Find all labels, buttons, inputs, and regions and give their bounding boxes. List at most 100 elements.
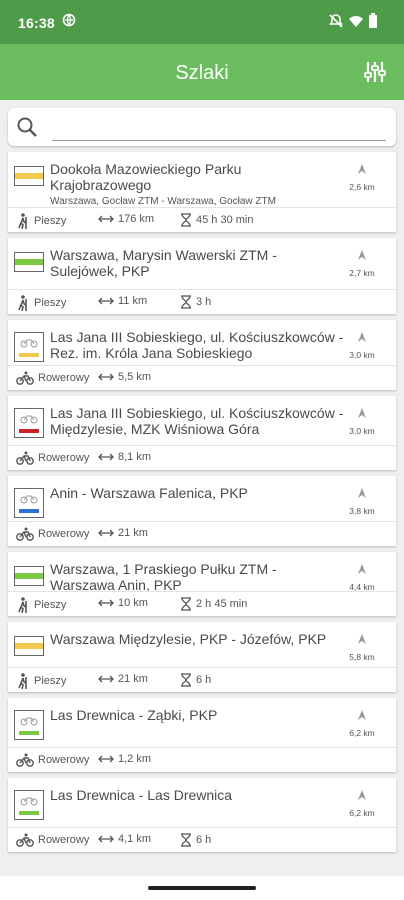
home-gesture-handle[interactable] xyxy=(148,886,256,890)
bike-trail-marker-icon xyxy=(14,408,44,438)
trail-time: 45 h 30 min xyxy=(180,213,253,227)
trail-details: Rowerowy 1,2 km xyxy=(8,747,396,772)
trail-card[interactable]: Warszawa, 1 Praskiego Pułku ZTM - Warsza… xyxy=(8,552,396,616)
hourglass-icon xyxy=(180,295,196,309)
trail-mode-label: Rowerowy xyxy=(38,833,90,846)
trail-mode: Pieszy xyxy=(16,597,67,614)
hourglass-icon xyxy=(180,833,196,847)
trail-distance: 4,4 km xyxy=(342,562,382,592)
trail-details: Rowerowy 8,1 km xyxy=(8,445,396,470)
bike-trail-marker-icon xyxy=(14,790,44,820)
trail-card[interactable]: Anin - Warszawa Falenica, PKP 3,8 km Rower… xyxy=(8,476,396,546)
length-arrows-icon xyxy=(98,753,118,765)
trail-time-value: 3 h xyxy=(196,295,212,308)
length-arrows-icon xyxy=(98,295,118,307)
trail-length-value: 11 km xyxy=(118,295,148,307)
trail-name: Anin - Warszawa Falenica, PKP xyxy=(50,485,248,501)
trail-time: 6 h xyxy=(180,833,211,847)
hiker-icon xyxy=(16,295,34,312)
trail-mode: Rowerowy xyxy=(16,833,89,847)
trail-distance: 2,7 km xyxy=(342,248,382,278)
trail-time: 3 h xyxy=(180,295,211,309)
bike-trail-marker-icon xyxy=(14,710,44,740)
direction-arrow-icon xyxy=(356,248,368,265)
trail-distance: 3,8 km xyxy=(342,486,382,516)
page-title: Szlaki xyxy=(175,62,229,84)
hourglass-icon xyxy=(180,213,196,227)
trail-length: 5,5 km xyxy=(98,371,151,383)
app-notification-icon xyxy=(62,13,76,32)
app-bar: Szlaki xyxy=(0,44,404,100)
trail-details: Rowerowy 4,1 km 6 h xyxy=(8,827,396,852)
trail-length: 11 km xyxy=(98,295,147,307)
bike-trail-marker-icon xyxy=(14,332,44,362)
trail-distance-value: 5,8 km xyxy=(349,652,375,662)
trail-card[interactable]: Las Jana III Sobieskiego, ul. Kościuszko… xyxy=(8,320,396,390)
system-nav-bar xyxy=(0,876,404,900)
bicycle-icon xyxy=(16,753,38,767)
trail-time-value: 2 h 45 min xyxy=(196,597,248,610)
trail-mode: Pieszy xyxy=(16,295,67,312)
trail-mode-label: Pieszy xyxy=(34,598,67,611)
bicycle-icon xyxy=(16,527,38,541)
trail-length: 1,2 km xyxy=(98,753,151,765)
trail-subtitle: Warszawa, Gocław ZTM - Warszawa, Gocław … xyxy=(50,196,276,207)
trail-time-value: 6 h xyxy=(196,673,212,686)
trail-list: Dookoła Mazowieckiego Parku Krajobrazowe… xyxy=(0,152,404,858)
trail-marker-icon xyxy=(14,166,44,186)
length-arrows-icon xyxy=(98,451,118,463)
trail-distance: 2,6 km xyxy=(342,162,382,192)
trail-time-value: 45 h 30 min xyxy=(196,213,254,226)
length-arrows-icon xyxy=(98,213,118,225)
direction-arrow-icon xyxy=(356,632,368,649)
trail-details: Pieszy 10 km 2 h 45 min xyxy=(8,591,396,616)
trail-card[interactable]: Las Drewnica - Ząbki, PKP 6,2 km Rowerowy 1… xyxy=(8,698,396,772)
hourglass-icon xyxy=(180,673,196,687)
trail-name: Warszawa Międzylesie, PKP - Józefów, PKP xyxy=(50,631,327,647)
trail-length-value: 21 km xyxy=(118,673,148,685)
length-arrows-icon xyxy=(98,597,118,609)
trail-length-value: 176 km xyxy=(118,213,155,225)
trail-length: 176 km xyxy=(98,213,154,225)
direction-arrow-icon xyxy=(356,708,368,725)
trail-card[interactable]: Warszawa Międzylesie, PKP - Józefów, PKP… xyxy=(8,622,396,692)
trail-mode: Rowerowy xyxy=(16,371,89,385)
bike-trail-marker-icon xyxy=(14,488,44,518)
trail-length-value: 4,1 km xyxy=(118,833,152,845)
hiker-icon xyxy=(16,213,34,230)
trail-card[interactable]: Dookoła Mazowieckiego Parku Krajobrazowe… xyxy=(8,152,396,232)
trail-length-value: 1,2 km xyxy=(118,753,152,765)
trail-card[interactable]: Las Jana III Sobieskiego, ul. Kościuszko… xyxy=(8,396,396,470)
trail-details: Rowerowy 21 km xyxy=(8,521,396,546)
trail-marker-icon xyxy=(14,252,44,272)
direction-arrow-icon xyxy=(356,486,368,503)
trail-length: 4,1 km xyxy=(98,833,151,845)
trail-card[interactable]: Warszawa, Marysin Wawerski ZTM - Sulejów… xyxy=(8,238,396,314)
trail-length: 8,1 km xyxy=(98,451,151,463)
trail-mode-label: Rowerowy xyxy=(38,371,90,384)
trail-card[interactable]: Las Drewnica - Las Drewnica 6,2 km Rowerow… xyxy=(8,778,396,852)
hourglass-icon xyxy=(180,597,196,611)
direction-arrow-icon xyxy=(356,330,368,347)
trail-time: 2 h 45 min xyxy=(180,597,247,611)
trail-time: 6 h xyxy=(180,673,211,687)
filter-sliders-icon[interactable] xyxy=(364,60,386,89)
trail-marker-icon xyxy=(14,566,44,586)
length-arrows-icon xyxy=(98,527,118,539)
battery-icon xyxy=(368,13,378,34)
search-bar xyxy=(8,108,396,146)
search-input[interactable] xyxy=(52,114,386,141)
trail-mode-label: Rowerowy xyxy=(38,451,90,464)
trail-details: Pieszy 11 km 3 h xyxy=(8,289,396,314)
trail-name: Las Drewnica - Ząbki, PKP xyxy=(50,707,218,723)
trail-mode-label: Pieszy xyxy=(34,296,67,309)
trail-length-value: 8,1 km xyxy=(118,451,152,463)
trail-details: Pieszy 176 km 45 h 30 min xyxy=(8,207,396,232)
trail-mode-label: Rowerowy xyxy=(38,527,90,540)
trail-mode: Rowerowy xyxy=(16,451,89,465)
trail-distance-value: 3,8 km xyxy=(349,506,375,516)
trail-distance-value: 2,7 km xyxy=(349,268,375,278)
trail-distance-value: 6,2 km xyxy=(349,728,375,738)
length-arrows-icon xyxy=(98,673,118,685)
trail-mode-label: Pieszy xyxy=(34,214,67,227)
